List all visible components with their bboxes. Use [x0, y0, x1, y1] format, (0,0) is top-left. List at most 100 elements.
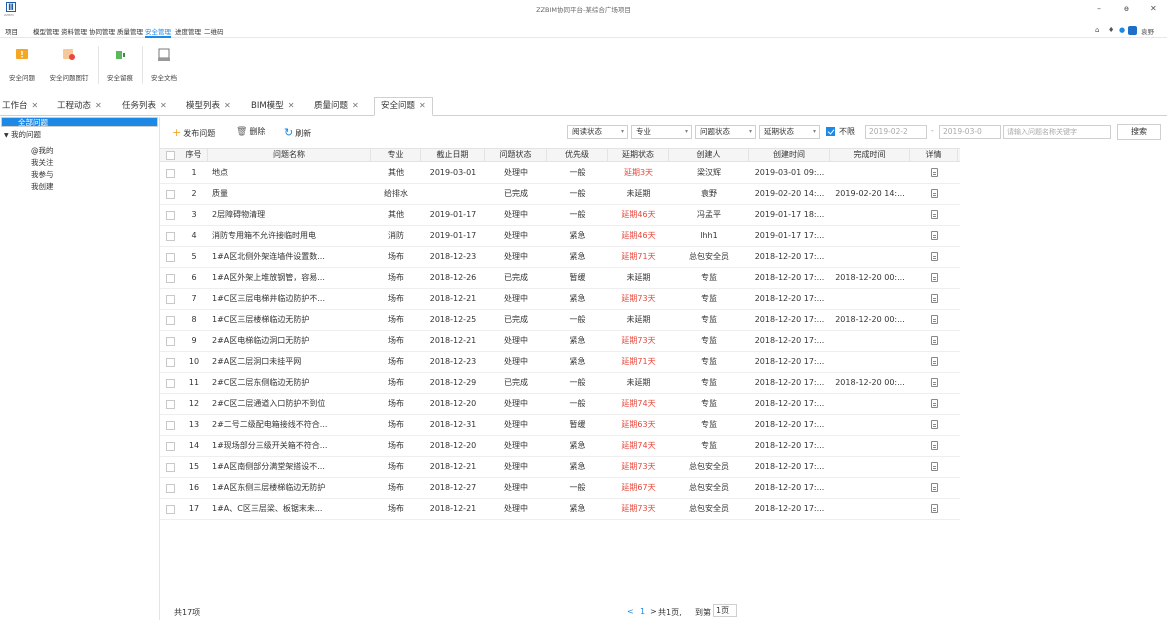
restore-icon[interactable]: ɵ: [1124, 4, 1129, 13]
column-header[interactable]: 问题名称: [208, 149, 371, 161]
table-row[interactable]: 14 1#现场部分三级开关箱不符合... 场布 2018-12-20 处理中 紧急 延期74…: [160, 436, 960, 457]
menu-item-progress[interactable]: 进度管理: [175, 26, 201, 36]
table-row[interactable]: 4 消防专用箱不允许接临时用电 消防 2019-01-17 处理中 紧急 延期46天 lhh1…: [160, 226, 960, 247]
details-icon[interactable]: [930, 294, 938, 303]
goto-page-input[interactable]: 1页: [713, 604, 737, 617]
row-checkbox[interactable]: [166, 232, 175, 241]
column-header[interactable]: 截止日期: [421, 149, 485, 161]
tree-at-me[interactable]: @我的: [31, 145, 54, 156]
menu-item-model[interactable]: 模型管理: [33, 26, 59, 36]
menu-item-quality[interactable]: 质量管理: [117, 26, 143, 36]
unlimited-checkbox[interactable]: [826, 127, 835, 136]
row-checkbox[interactable]: [166, 463, 175, 472]
tab-task-list[interactable]: 任务列表 ✕: [122, 98, 167, 116]
publish-issue-button[interactable]: + 发布问题: [172, 126, 215, 139]
tree-participating[interactable]: 我参与: [31, 169, 54, 180]
tab-bim-model[interactable]: BIM模型 ✕: [251, 98, 294, 116]
details-icon[interactable]: [930, 252, 938, 261]
row-checkbox[interactable]: [166, 484, 175, 493]
details-icon[interactable]: [930, 189, 938, 198]
date-from-input[interactable]: 2019-02-2: [865, 125, 927, 139]
table-row[interactable]: 6 1#A区外架上堆放钢管，容易... 场布 2018-12-26 已完成 暂缓 未延期 专监…: [160, 268, 960, 289]
help-icon[interactable]: ●: [1119, 26, 1125, 34]
menu-item-safety[interactable]: 安全管理: [145, 26, 171, 38]
row-checkbox[interactable]: [166, 274, 175, 283]
close-icon[interactable]: ✕: [95, 101, 102, 110]
column-header[interactable]: 延期状态: [608, 149, 669, 161]
tab-project-news[interactable]: 工程动态 ✕: [57, 98, 102, 116]
details-icon[interactable]: [930, 210, 938, 219]
menu-item-docs[interactable]: 资料管理: [61, 26, 87, 36]
details-icon[interactable]: [930, 357, 938, 366]
delete-button[interactable]: 🗑 删除: [236, 126, 265, 137]
discipline-select[interactable]: 专业 ▾: [631, 125, 692, 139]
table-row[interactable]: 1 地点 其他 2019-03-01 处理中 一般 延期3天 梁汉辉 2019-03-01 09…: [160, 163, 960, 184]
close-icon[interactable]: ✕: [288, 101, 295, 110]
table-row[interactable]: 15 1#A区南侧部分满堂架搭设不... 场布 2018-12-21 处理中 紧急 延期73…: [160, 457, 960, 478]
close-icon[interactable]: ✕: [32, 101, 39, 110]
details-icon[interactable]: [930, 420, 938, 429]
page-number[interactable]: 1: [640, 607, 645, 616]
delay-status-select[interactable]: 延期状态 ▾: [759, 125, 820, 139]
row-checkbox[interactable]: [166, 379, 175, 388]
table-row[interactable]: 8 1#C区三层楼梯临边无防护 场布 2018-12-25 已完成 一般 未延期 专监 2018…: [160, 310, 960, 331]
row-checkbox[interactable]: [166, 190, 175, 199]
column-header[interactable]: 问题状态: [485, 149, 547, 161]
column-header[interactable]: 专业: [371, 149, 421, 161]
details-icon[interactable]: [930, 273, 938, 282]
tab-safety-issues[interactable]: 安全问题 ✕: [374, 97, 433, 116]
tree-my-issues[interactable]: ▼ 我的问题: [4, 129, 41, 140]
row-checkbox[interactable]: [166, 400, 175, 409]
close-icon[interactable]: ✕: [224, 101, 231, 110]
close-icon[interactable]: ✕: [160, 101, 167, 110]
table-row[interactable]: 16 1#A区东侧三层楼梯临边无防护 场布 2018-12-27 处理中 一般 延期67天 总…: [160, 478, 960, 499]
row-checkbox[interactable]: [166, 337, 175, 346]
menu-item-qrcode[interactable]: 二维码: [204, 26, 224, 36]
details-icon[interactable]: [930, 504, 938, 513]
table-row[interactable]: 13 2#二号二级配电箱接线不符合... 场布 2018-12-31 处理中 暂缓 延期63…: [160, 415, 960, 436]
column-header[interactable]: 创建人: [669, 149, 749, 161]
tree-following[interactable]: 我关注: [31, 157, 54, 168]
column-header[interactable]: 序号: [180, 149, 208, 161]
refresh-button[interactable]: ↻ 刷新: [284, 126, 311, 139]
table-row[interactable]: 2 质量 给排水 已完成 一般 未延期 袁野 2019-02-20 14:... 2019-02…: [160, 184, 960, 205]
ribbon-safety-pin-button[interactable]: 安全问题图钉: [44, 44, 94, 84]
row-checkbox[interactable]: [166, 421, 175, 430]
column-header[interactable]: 详情: [910, 149, 958, 161]
table-row[interactable]: 3 2层障碍物清理 其他 2019-01-17 处理中 一般 延期46天 冯孟平 2019-01…: [160, 205, 960, 226]
details-icon[interactable]: [930, 336, 938, 345]
row-checkbox[interactable]: [166, 505, 175, 514]
row-checkbox[interactable]: [166, 442, 175, 451]
menu-item-collab[interactable]: 协同管理: [89, 26, 115, 36]
ribbon-safety-docs-button[interactable]: 安全文档: [146, 44, 182, 84]
details-icon[interactable]: [930, 441, 938, 450]
column-header[interactable]: 创建时间: [749, 149, 830, 161]
date-to-input[interactable]: 2019-03-0: [939, 125, 1001, 139]
next-page-button[interactable]: >: [650, 607, 657, 616]
tree-created[interactable]: 我创建: [31, 181, 54, 192]
minimize-icon[interactable]: –: [1097, 4, 1101, 13]
bell-icon[interactable]: ♦: [1108, 26, 1114, 34]
menu-item-project[interactable]: 项目: [5, 26, 18, 36]
tab-workbench[interactable]: 工作台 ✕: [2, 98, 38, 116]
row-checkbox[interactable]: [166, 295, 175, 304]
details-icon[interactable]: [930, 399, 938, 408]
row-checkbox[interactable]: [166, 316, 175, 325]
table-row[interactable]: 11 2#C区二层东侧临边无防护 场布 2018-12-29 已完成 一般 未延期 专监 201…: [160, 373, 960, 394]
issue-status-select[interactable]: 问题状态 ▾: [695, 125, 756, 139]
column-header[interactable]: 完成时间: [830, 149, 910, 161]
close-icon[interactable]: ✕: [419, 101, 426, 110]
details-icon[interactable]: [930, 462, 938, 471]
table-row[interactable]: 9 2#A区电梯临边洞口无防护 场布 2018-12-21 处理中 紧急 延期73天 专监 20…: [160, 331, 960, 352]
ribbon-safety-issue-button[interactable]: 安全问题: [4, 44, 40, 84]
tree-all-issues[interactable]: 全部问题: [1, 117, 158, 127]
table-row[interactable]: 12 2#C区二层通道入口防护不到位 场布 2018-12-20 处理中 一般 延期74天 专…: [160, 394, 960, 415]
details-icon[interactable]: [930, 378, 938, 387]
table-row[interactable]: 5 1#A区北侧外架连墙件设置数... 场布 2018-12-23 处理中 紧急 延期71天…: [160, 247, 960, 268]
select-all-checkbox[interactable]: [166, 151, 175, 160]
details-icon[interactable]: [930, 168, 938, 177]
close-icon[interactable]: ✕: [1150, 4, 1157, 13]
table-row[interactable]: 10 2#A区二层洞口未挂平网 场布 2018-12-23 处理中 紧急 延期71天 专监 20…: [160, 352, 960, 373]
row-checkbox[interactable]: [166, 169, 175, 178]
ribbon-safety-trace-button[interactable]: 安全留痕: [102, 44, 138, 84]
